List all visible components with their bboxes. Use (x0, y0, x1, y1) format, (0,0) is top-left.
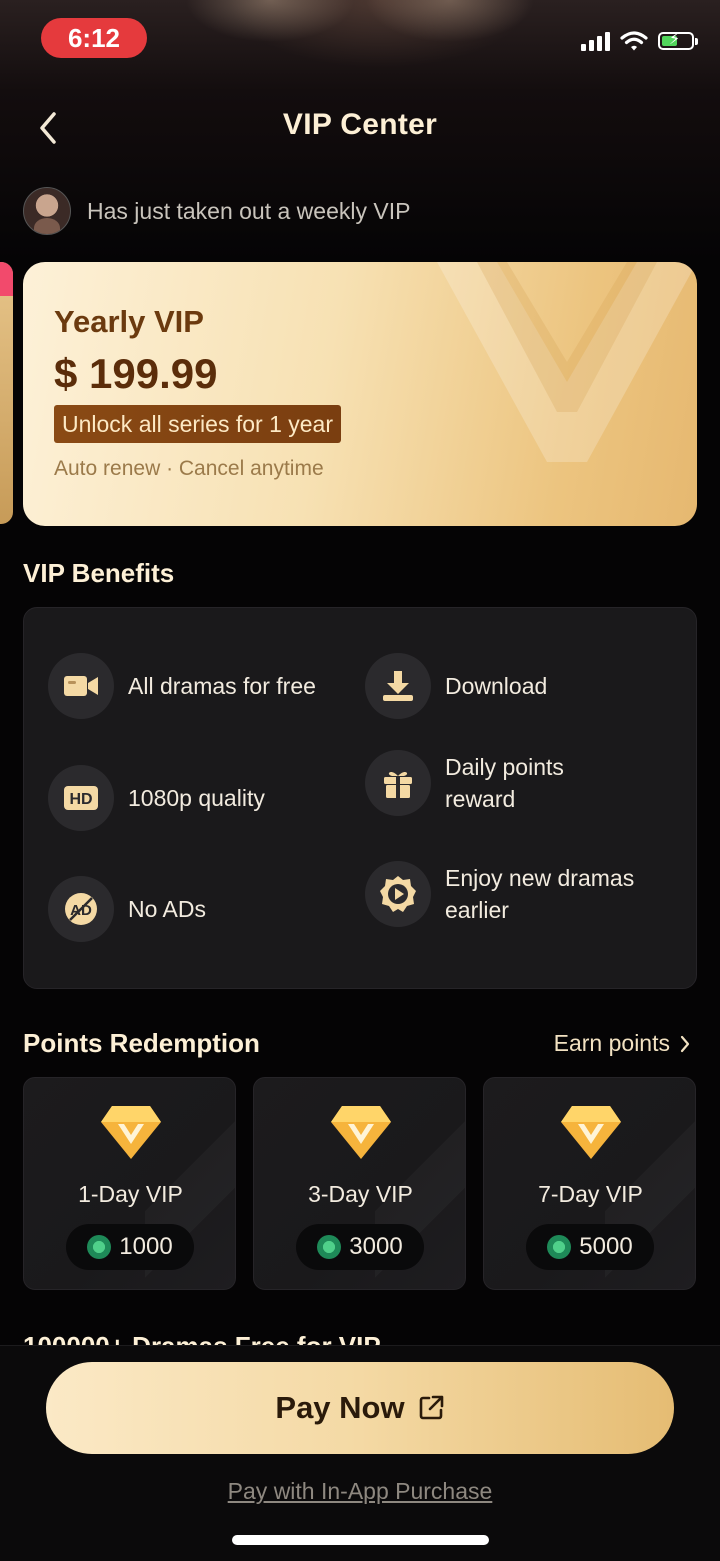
vip-gem-icon (101, 1106, 161, 1159)
benefit-daily-points: Daily points reward (365, 750, 615, 816)
benefit-label: No ADs (128, 896, 206, 922)
in-app-purchase-link[interactable]: Pay with In-App Purchase (0, 1478, 720, 1505)
battery-icon: ⚡ (658, 31, 698, 50)
vip-gem-icon (331, 1106, 391, 1159)
points-cost-value: 5000 (579, 1233, 633, 1260)
benefit-label: 1080p quality (128, 785, 265, 811)
benefit-1080p: HD 1080p quality (48, 765, 265, 831)
points-card-1-day[interactable]: 1-Day VIP 1000 (23, 1077, 236, 1290)
avatar (23, 187, 71, 235)
benefit-label: All dramas for free (128, 673, 316, 699)
video-icon (48, 653, 114, 719)
no-ads-icon: AD (48, 876, 114, 942)
points-card-name: 3-Day VIP (308, 1181, 413, 1207)
points-card-name: 1-Day VIP (78, 1181, 183, 1207)
benefit-no-ads: AD No ADs (48, 876, 206, 942)
notice-text: Has just taken out a weekly VIP (87, 197, 411, 224)
recent-purchase-notice: Has just taken out a weekly VIP (23, 187, 410, 235)
gift-icon (365, 750, 431, 816)
benefit-download: Download (365, 653, 547, 719)
coin-icon (87, 1235, 112, 1259)
plan-price: $ 199.99 (54, 350, 218, 397)
pay-now-button[interactable]: Pay Now (46, 1362, 674, 1454)
pay-now-label: Pay Now (275, 1390, 405, 1425)
earn-points-link[interactable]: Earn points (554, 1030, 690, 1057)
plan-tag: Unlock all series for 1 year (54, 405, 341, 443)
svg-text:HD: HD (69, 791, 92, 808)
earn-points-label: Earn points (553, 1030, 670, 1056)
benefit-label: Enjoy new dramas earlier (445, 865, 635, 923)
benefit-label: Download (445, 673, 548, 699)
previous-plan-card-peek[interactable] (0, 262, 13, 524)
play-badge-icon (365, 861, 431, 927)
coin-icon (317, 1235, 342, 1259)
wifi-icon (620, 31, 648, 51)
benefit-all-dramas: All dramas for free (48, 653, 316, 719)
points-cost-value: 3000 (349, 1233, 403, 1260)
home-indicator (232, 1535, 489, 1545)
plan-note: Auto renew · Cancel anytime (54, 457, 324, 480)
status-time: 6:12 (41, 18, 147, 58)
page-title: VIP Center (282, 108, 438, 141)
dramas-section-title: 100000+ Dramas Free for VIP (23, 1331, 381, 1346)
chevron-right-icon (680, 1035, 690, 1052)
v-logo-watermark-icon (437, 262, 697, 462)
hd-icon: HD (48, 765, 114, 831)
plan-name: Yearly VIP (54, 304, 204, 339)
points-cost-value: 1000 (119, 1233, 173, 1260)
vip-gem-icon (561, 1106, 621, 1159)
benefits-title: VIP Benefits (23, 558, 175, 588)
cellular-signal-icon (581, 31, 610, 51)
status-icons: ⚡ (581, 30, 698, 52)
points-cost: 1000 (66, 1224, 194, 1270)
points-title: Points Redemption (23, 1028, 260, 1058)
benefit-new-dramas-earlier: Enjoy new dramas earlier (365, 861, 675, 927)
plan-card-yearly[interactable]: Yearly VIP $ 199.99 Unlock all series fo… (23, 262, 697, 526)
benefits-panel: All dramas for free Download HD 1080p qu… (23, 607, 697, 989)
points-card-3-day[interactable]: 3-Day VIP 3000 (253, 1077, 466, 1290)
points-cost: 3000 (296, 1224, 424, 1270)
coin-icon (547, 1235, 572, 1259)
points-card-name: 7-Day VIP (538, 1181, 643, 1207)
external-link-icon (419, 1395, 443, 1420)
download-icon (365, 653, 431, 719)
benefit-label: Daily points reward (445, 754, 564, 812)
points-card-7-day[interactable]: 7-Day VIP 5000 (483, 1077, 696, 1290)
points-cost: 5000 (526, 1224, 654, 1270)
